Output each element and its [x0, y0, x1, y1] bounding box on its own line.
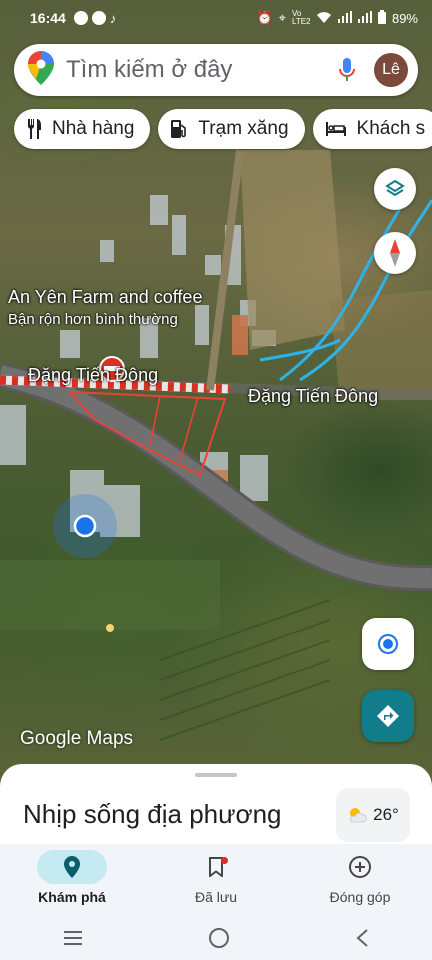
- compass-icon: [385, 239, 405, 267]
- hotel-icon: [325, 121, 347, 137]
- tab-explore[interactable]: Khám phá: [0, 844, 144, 916]
- place-name: An Yên Farm and coffee: [8, 287, 203, 307]
- chip-label: Khách s: [356, 118, 426, 139]
- google-maps-watermark: Google Maps: [20, 728, 134, 749]
- road-label-west: Đặng Tiến Đông: [28, 365, 159, 385]
- system-nav-bar: [0, 916, 432, 960]
- tab-label: Khám phá: [38, 889, 106, 905]
- weather-chip[interactable]: 26°: [336, 788, 410, 842]
- search-input[interactable]: Tìm kiếm ở đây: [66, 56, 338, 84]
- place-busy-status: Bận rộn hơn bình thường: [8, 311, 178, 328]
- tab-saved[interactable]: Đã lưu: [144, 844, 288, 916]
- microphone-icon[interactable]: [338, 57, 356, 83]
- my-location-button[interactable]: [362, 618, 414, 670]
- category-chips: Nhà hàng Trạm xăng Khách s: [14, 109, 432, 149]
- chip-label: Nhà hàng: [52, 118, 135, 139]
- place-label[interactable]: An Yên Farm and coffee Bận rộn hơn bình …: [8, 287, 202, 328]
- messenger-icon: [73, 11, 88, 25]
- back-icon[interactable]: [355, 928, 369, 948]
- google-maps-pin-icon: [28, 50, 54, 90]
- gas-station-icon: [170, 119, 188, 139]
- add-circle-icon: [348, 855, 372, 879]
- sheet-drag-handle[interactable]: [195, 773, 237, 777]
- alarm-icon: ⏰: [256, 10, 273, 25]
- bottom-sheet[interactable]: Nhịp sống địa phương 26°: [0, 764, 432, 848]
- search-bar[interactable]: Tìm kiếm ở đây Lê: [14, 44, 418, 96]
- layers-icon: [384, 178, 406, 200]
- home-icon[interactable]: [208, 927, 230, 949]
- compass-button[interactable]: [374, 232, 416, 274]
- chip-hotel[interactable]: Khách s: [312, 109, 432, 149]
- account-avatar[interactable]: Lê: [374, 53, 408, 87]
- chip-restaurant[interactable]: Nhà hàng: [14, 109, 151, 149]
- recents-icon[interactable]: [63, 930, 83, 946]
- sheet-title: Nhịp sống địa phương: [23, 799, 282, 829]
- tab-label: Đã lưu: [194, 889, 238, 905]
- location-status-icon: ⌖: [278, 10, 286, 25]
- explore-pin-icon: [64, 856, 80, 878]
- partly-cloudy-icon: [347, 807, 368, 823]
- status-time: 16:44: [30, 10, 66, 26]
- my-location-icon: [377, 633, 399, 655]
- chip-gas-station[interactable]: Trạm xăng: [158, 109, 305, 149]
- saved-badge-dot: [221, 857, 228, 864]
- status-bar: 16:44 ♪ ⏰ ⌖ Vo LTE2 89%: [0, 0, 432, 36]
- directions-button[interactable]: [362, 690, 414, 742]
- signal-icon: [337, 10, 352, 26]
- notification-icon: [91, 11, 106, 25]
- battery-percent: 89%: [391, 10, 418, 26]
- road-label-east: Đặng Tiến Đông: [248, 386, 379, 406]
- tab-label: Đóng góp: [329, 889, 391, 905]
- chip-label: Trạm xăng: [198, 118, 289, 139]
- tiktok-icon: ♪: [109, 10, 117, 26]
- battery-icon: [377, 9, 386, 27]
- directions-icon: [376, 704, 400, 728]
- bottom-nav-tabs: Khám phá Đã lưu Đóng góp: [0, 844, 432, 916]
- signal-icon-2: [357, 10, 372, 26]
- wifi-icon: [316, 10, 332, 27]
- restaurant-icon: [26, 119, 42, 139]
- tab-contribute[interactable]: Đóng góp: [288, 844, 432, 916]
- network-label: Vo LTE2: [291, 9, 311, 26]
- weather-temp: 26°: [373, 805, 399, 824]
- layers-button[interactable]: [374, 168, 416, 210]
